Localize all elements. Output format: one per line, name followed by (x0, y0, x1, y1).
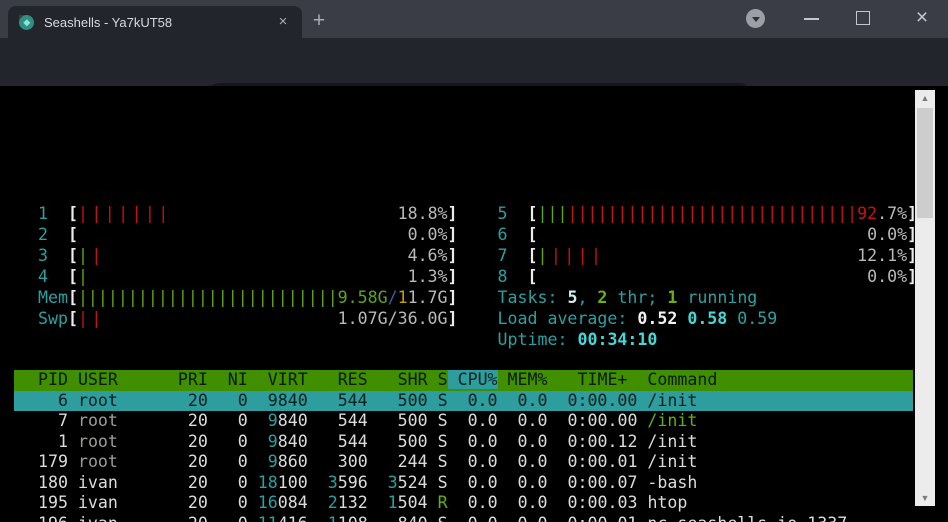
meter-label: 5 (498, 203, 528, 224)
cpu1-meter: [|||||||18.8%] (68, 203, 458, 224)
process-row: 7 root 20 0 9840 544 500 S 0.0 0.0 0:00.… (14, 411, 913, 432)
swap-meter: [||1.07G/36.0G] (68, 308, 458, 329)
htop-meters: 1 [|||||||18.8%] 5 [||||||||||||||||||||… (18, 203, 917, 350)
tab-close-icon[interactable]: × (274, 13, 292, 31)
htop-process-table: PID USER PRI NI VIRT RES SHR S CPU% MEM%… (14, 370, 913, 522)
cpu2-meter: [0.0%] (68, 224, 458, 245)
chevron-down-icon (752, 17, 760, 22)
process-row: 1 root 20 0 9840 544 500 S 0.0 0.0 0:00.… (14, 432, 913, 453)
terminal-line: 4 [|1.3%] 8 [0.0%] (18, 266, 917, 287)
cpu7-meter: [|||||12.1%] (527, 245, 917, 266)
tab-bar: Seashells - Ya7kUT58 × + × (0, 0, 948, 38)
meter-label: 3 (18, 245, 68, 266)
browser-toolbar: seashells.io/v/Ya7kUT58 LT (0, 38, 948, 86)
cpu5-meter: [||||||||||||||||||||||||||||||||||92.7%… (527, 203, 917, 224)
terminal-line: 1 [|||||||18.8%] 5 [||||||||||||||||||||… (18, 203, 917, 224)
terminal-line: Swp[||1.07G/36.0G] Load average: 0.52 0.… (18, 308, 917, 329)
scrollbar-thumb[interactable] (917, 108, 933, 218)
cpu3-meter: [||4.6%] (68, 245, 458, 266)
browser-tab[interactable]: Seashells - Ya7kUT58 × (8, 6, 302, 38)
tab-search-button[interactable] (746, 9, 765, 28)
terminal-line: 3 [||4.6%] 7 [|||||12.1%] (18, 245, 917, 266)
terminal-line: Mem[||||||||||||||||||||||||||9.58G/11.7… (18, 287, 917, 308)
window-close-button[interactable]: × (908, 4, 936, 32)
meter-label: Swp (18, 308, 68, 329)
cpu4-meter: [|1.3%] (68, 266, 458, 287)
meter-label: 8 (498, 266, 528, 287)
memory-meter: [||||||||||||||||||||||||||9.58G/11.7G] (68, 287, 458, 308)
maximize-button[interactable] (856, 11, 870, 25)
meter-label: 2 (18, 224, 68, 245)
process-row-selected: 6 root 20 0 9840 544 500 S 0.0 0.0 0:00.… (14, 391, 913, 412)
terminal-output: 1 [|||||||18.8%] 5 [||||||||||||||||||||… (0, 86, 948, 522)
tab-title: Seashells - Ya7kUT58 (44, 15, 274, 30)
process-row: 180 ivan 20 0 18100 3596 3524 S 0.0 0.0 … (14, 473, 913, 494)
meter-label: 7 (498, 245, 528, 266)
scroll-up-icon[interactable]: ▲ (915, 90, 935, 106)
meter-label: 1 (18, 203, 68, 224)
minimize-button[interactable] (804, 18, 819, 20)
table-header: PID USER PRI NI VIRT RES SHR S CPU% MEM%… (14, 370, 913, 391)
cpu8-meter: [0.0%] (527, 266, 917, 287)
terminal-line: 2 [0.0%] 6 [0.0%] (18, 224, 917, 245)
page-scrollbar[interactable]: ▲ ▼ (915, 90, 935, 506)
cpu6-meter: [0.0%] (527, 224, 917, 245)
meter-label: 4 (18, 266, 68, 287)
terminal-line: Uptime: 00:34:10 (18, 329, 917, 350)
scroll-down-icon[interactable]: ▼ (915, 490, 935, 506)
seashells-logo-icon (18, 14, 35, 31)
meter-label: 6 (498, 224, 528, 245)
process-row: 195 ivan 20 0 16084 2132 1504 R 0.0 0.0 … (14, 493, 913, 514)
meter-label: Mem (18, 287, 68, 308)
process-row: 179 root 20 0 9860 300 244 S 0.0 0.0 0:0… (14, 452, 913, 473)
new-tab-button[interactable]: + (306, 8, 332, 34)
process-row: 196 ivan 20 0 11416 1108 840 S 0.0 0.0 0… (14, 514, 913, 522)
